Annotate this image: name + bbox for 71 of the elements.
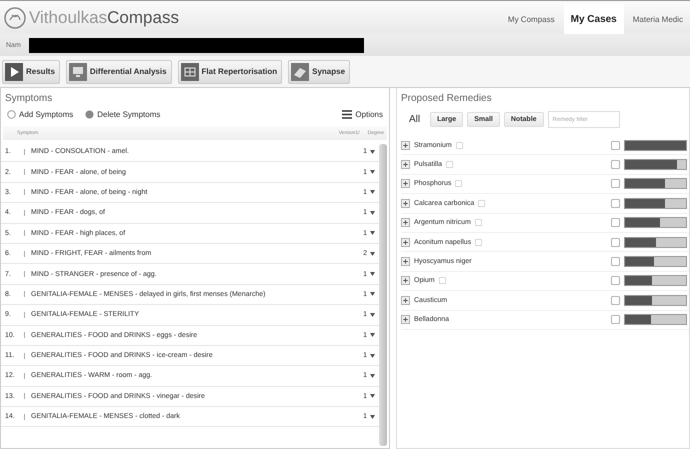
caret-icon [370,394,375,398]
caret-icon [370,354,375,358]
score-bar [624,275,687,286]
logo-icon [4,6,26,28]
expand-icon[interactable] [401,160,410,170]
book-icon [291,62,310,80]
score-bar [624,178,687,190]
caret-icon [370,150,375,154]
score-bar [624,140,687,151]
score-bar [624,294,687,306]
expand-icon[interactable] [401,179,410,188]
info-icon [438,277,446,284]
scrollbar[interactable] [379,144,387,446]
nav-tab[interactable]: My Cases [564,4,624,34]
note-icon [611,140,620,150]
caret-icon [370,374,375,378]
caret-icon [370,333,375,338]
info-icon [456,142,463,149]
score-bar [624,159,687,170]
caret-icon [370,312,375,317]
caret-icon [370,272,375,276]
expand-icon[interactable] [401,218,410,228]
play-icon [5,62,23,80]
expand-icon[interactable] [401,140,410,150]
panel-title: Proposed Remedies [400,92,493,106]
note-icon [611,198,620,208]
logo-text: Vithoulkas [29,8,108,28]
caret-icon [370,252,375,256]
options-button[interactable]: Options [342,110,383,119]
info-icon [475,238,482,246]
filter-tab[interactable]: All [403,111,426,128]
note-icon [611,238,620,247]
caret-icon [370,292,375,296]
delete-icon [85,110,94,119]
toolbar-button[interactable]: Differential Analysis [66,60,172,84]
nav-tab[interactable]: Materia Medic [626,4,690,34]
caret-icon [370,414,375,419]
toolbar-button[interactable]: Flat Repertorisation [178,60,282,84]
info-icon [455,180,462,188]
caret-icon [370,170,375,174]
score-bar [624,314,687,326]
add-symptoms-button[interactable]: Add Symptoms [7,110,74,119]
add-icon [7,110,16,119]
logo-text: Compass [107,8,179,28]
info-icon [478,200,486,207]
panel-title: Symptoms [4,92,54,106]
monitor-icon [68,62,87,80]
expand-icon[interactable] [401,257,410,266]
expand-icon[interactable] [401,238,410,247]
expand-icon[interactable] [401,198,410,208]
caret-icon [370,190,375,194]
expand-icon[interactable] [401,315,410,324]
caret-icon [370,231,375,236]
table-icon [180,62,199,80]
note-icon [611,218,620,228]
info-icon [474,219,482,226]
menu-icon [342,110,352,119]
nav-tab[interactable]: My Compass [500,4,562,34]
note-icon [611,296,620,305]
caret-icon [370,210,375,215]
toolbar-button[interactable]: Synapse [288,60,350,84]
score-bar [624,217,687,228]
expand-icon[interactable] [401,296,410,305]
info-icon [446,161,454,168]
score-bar [624,256,687,268]
delete-symptoms-button[interactable]: Delete Symptoms [85,110,160,119]
score-bar [624,198,687,209]
toolbar-button[interactable]: Results [2,60,60,84]
score-bar [624,236,687,248]
note-icon [611,315,620,324]
expand-icon[interactable] [401,276,410,286]
